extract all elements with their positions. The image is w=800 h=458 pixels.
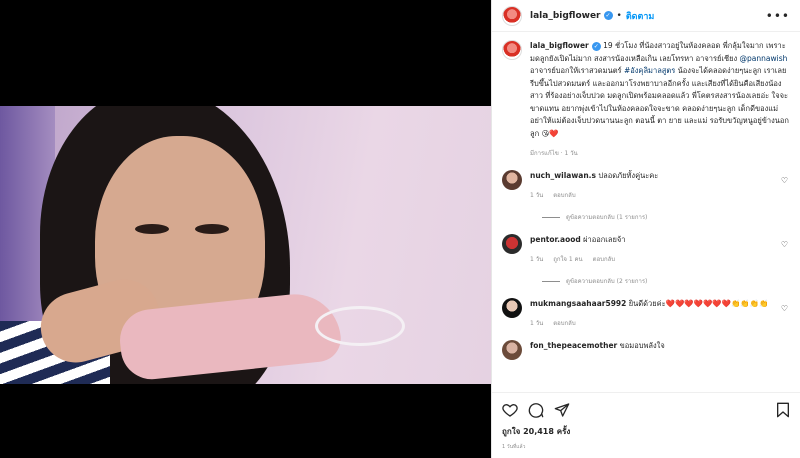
reply-button[interactable]: ตอบกลับ [553,318,575,328]
author-avatar[interactable] [502,5,522,26]
share-icon[interactable] [554,402,570,418]
caption-username[interactable]: lala_bigflower [530,41,589,50]
caption-avatar[interactable] [502,40,522,60]
comment-time: 1 วัน [530,192,544,199]
caption-text: lala_bigflower ✓ 19 ชั่วโมง ที่น้องสาวอยู… [530,40,790,140]
caption-meta: มีการแก้ไข · 1 วัน [530,150,578,157]
replies-line [542,216,560,218]
likes-count[interactable]: ถูกใจ 20,418 ครั้ง [502,425,790,438]
bookmark-icon[interactable] [776,402,790,418]
like-comment-icon[interactable]: ♡ [781,304,788,313]
comment-icon[interactable] [528,402,544,418]
comment-text: ปลอดภัยทั้งคู่นะคะ [598,171,659,180]
separator-dot: • [616,10,622,21]
right-eye [195,224,229,234]
comment-time: 1 วัน [530,320,544,327]
post-media[interactable] [0,0,491,458]
comment-text: ขอมอบพลังใจ [619,341,665,350]
comment-item: fon_thepeacemother ขอมอบพลังใจ [502,340,790,360]
post-header: lala_bigflower ✓ • ติดตาม ••• [492,0,800,32]
comment-text: ผ่าออกเลยจ้า [583,235,626,244]
comment-username[interactable]: nuch_wilawan.s [530,171,596,180]
comment-text: ยินดีด้วยค่ะ❤️❤️❤️❤️❤️❤️❤️👏👏👏👏 [628,299,769,308]
comment-time: 1 วัน [530,256,544,263]
post-photo[interactable] [0,106,491,384]
reply-button[interactable]: ตอบกลับ [553,190,575,200]
commenter-avatar[interactable] [502,298,522,318]
like-comment-icon[interactable]: ♡ [781,240,788,249]
commenter-avatar[interactable] [502,170,522,190]
view-replies-label[interactable]: ดูข้อความตอบกลับ (2 รายการ) [566,276,647,286]
caption-part-3: น้องจะได้คลอดง่ายๆนะลูก เราเลยรีบขึ้นไปส… [530,66,789,138]
follow-button[interactable]: ติดตาม [626,9,655,23]
commenter-avatar[interactable] [502,340,522,360]
verified-icon: ✓ [591,41,601,51]
verified-icon: ✓ [603,11,613,20]
reply-button[interactable]: ตอบกลับ [593,254,615,264]
post-sidebar: lala_bigflower ✓ • ติดตาม ••• lala_bigfl… [491,0,800,458]
comment-username[interactable]: mukmangsaahaar5992 [530,299,626,308]
view-replies-label[interactable]: ดูข้อความตอบกลับ (1 รายการ) [566,212,647,222]
caption-block: lala_bigflower ✓ 19 ชั่วโมง ที่น้องสาวอยู… [502,40,790,140]
caption-mention-link[interactable]: @pannawish [740,54,788,63]
like-comment-icon[interactable]: ♡ [781,176,788,185]
more-options-icon[interactable]: ••• [766,9,790,23]
comments-scroll-area[interactable]: lala_bigflower ✓ 19 ชั่วโมง ที่น้องสาวอยู… [492,40,800,385]
post-actions: ถูกใจ 20,418 ครั้ง 1 วันที่แล้ว [492,392,800,451]
comment-item: pentor.aood ผ่าออกเลยจ้า 1 วัน ถูกใจ 1 คน… [502,234,790,264]
commenter-avatar[interactable] [502,234,522,254]
mask-string [315,306,405,346]
post-timestamp: 1 วันที่แล้ว [502,444,526,450]
replies-line [542,280,560,282]
heart-icon[interactable] [502,402,518,418]
left-eye [135,224,169,234]
caption-hashtag-link[interactable]: #อังคุลิมาลสูตร [624,66,675,75]
comment-item: mukmangsaahaar5992 ยินดีด้วยค่ะ❤️❤️❤️❤️❤… [502,298,790,328]
comment-username[interactable]: fon_thepeacemother [530,341,617,350]
comment-likes[interactable]: ถูกใจ 1 คน [553,254,582,264]
view-replies-button[interactable]: ดูข้อความตอบกลับ (2 รายการ) [542,276,790,286]
view-replies-button[interactable]: ดูข้อความตอบกลับ (1 รายการ) [542,212,790,222]
post-viewer: lala_bigflower ✓ • ติดตาม ••• lala_bigfl… [0,0,800,458]
comment-username[interactable]: pentor.aood [530,235,581,244]
caption-part-2: อาจารย์บอกให้เราสวดมนตร์ [530,66,624,75]
author-username[interactable]: lala_bigflower [530,11,601,21]
comment-item: nuch_wilawan.s ปลอดภัยทั้งคู่นะคะ 1 วัน ต… [502,170,790,200]
